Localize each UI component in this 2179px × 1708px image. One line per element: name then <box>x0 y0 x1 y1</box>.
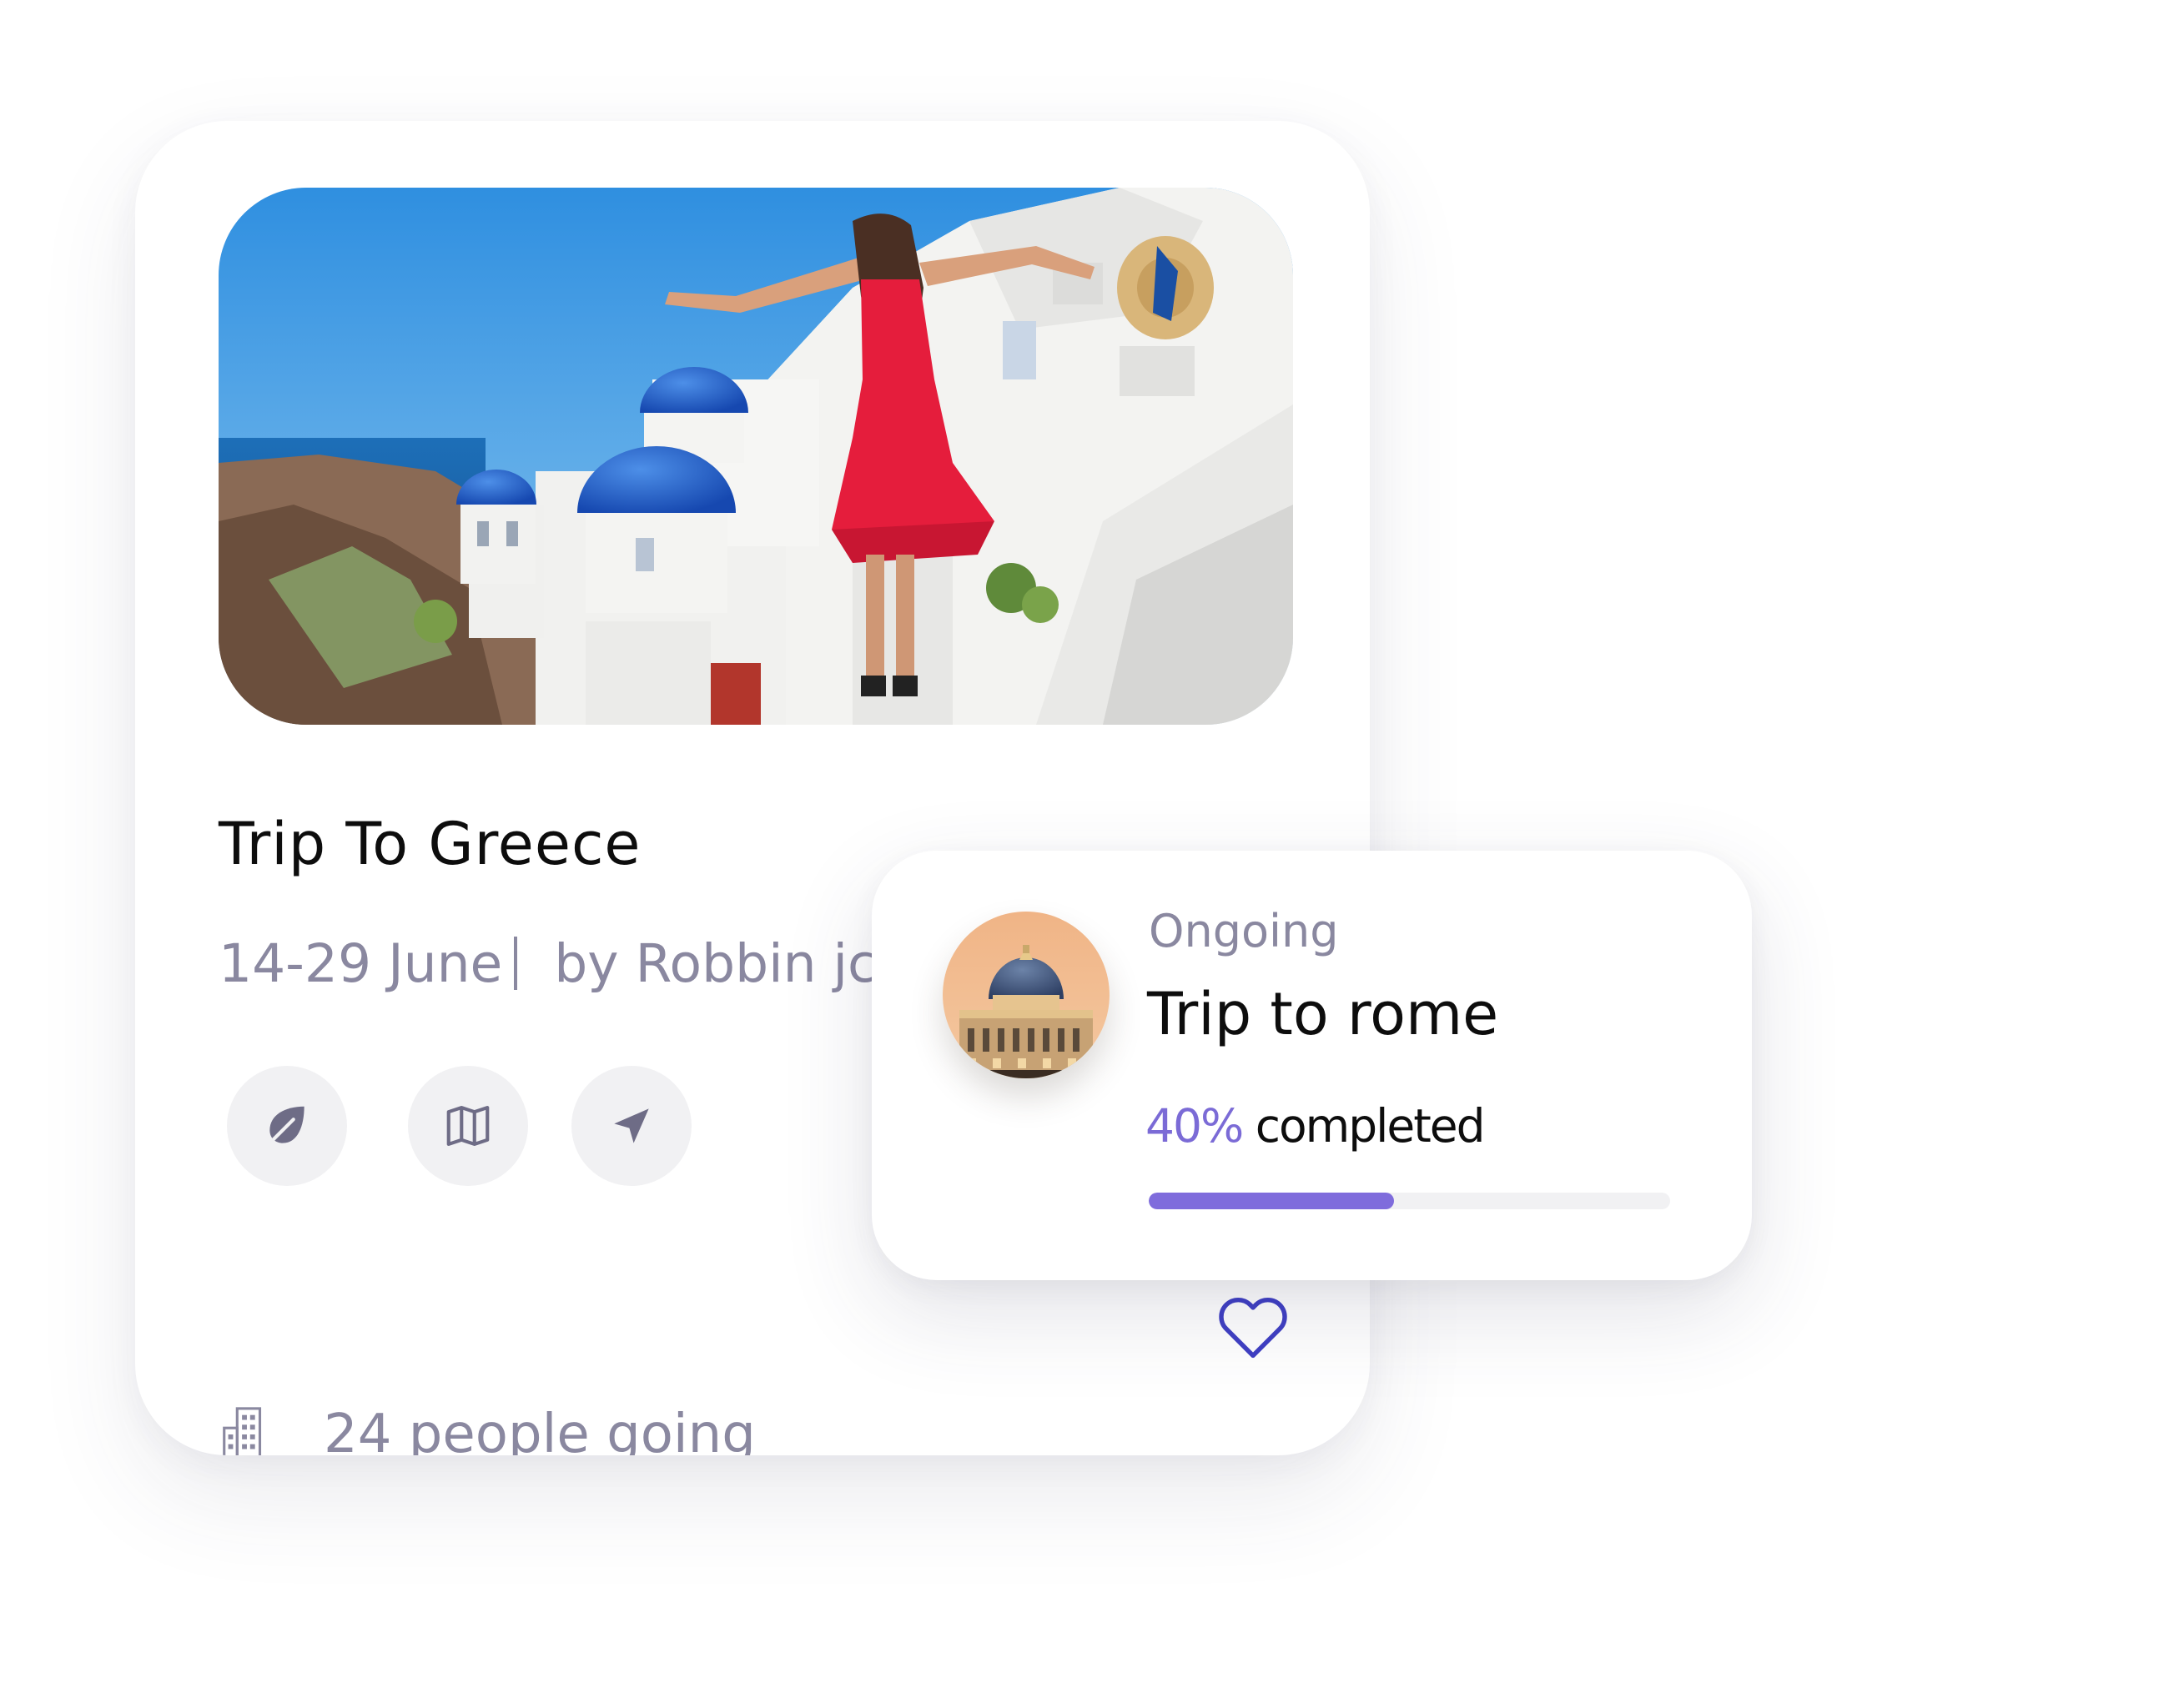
trip-dates: 14-29 June <box>219 932 503 994</box>
send-icon <box>614 1108 649 1143</box>
trip-title: Trip To Greece <box>219 810 642 878</box>
trip-meta: 14-29 June by Robbin jϲ <box>219 926 877 1001</box>
progress-bar-fill <box>1149 1193 1394 1209</box>
people-going-count: 24 people going <box>324 1404 756 1455</box>
progress-label: 40% completed <box>1145 1099 1486 1153</box>
building-icon <box>223 1407 262 1455</box>
leaf-button[interactable] <box>227 1066 347 1186</box>
map-icon <box>446 1105 490 1147</box>
trip-photo-greece <box>219 188 1293 725</box>
favorite-button[interactable] <box>1211 1284 1295 1368</box>
trip-organizer: by Robbin jϲ <box>554 932 877 994</box>
ongoing-trip-title: Trip to rome <box>1147 980 1499 1048</box>
trip-status: Ongoing <box>1149 905 1339 957</box>
progress-bar <box>1149 1193 1670 1209</box>
progress-percent: 40% <box>1145 1099 1244 1153</box>
send-button[interactable] <box>571 1066 692 1186</box>
rome-avatar <box>943 912 1110 1078</box>
heart-icon <box>1219 1297 1287 1359</box>
map-button[interactable] <box>408 1066 528 1186</box>
leaf-icon <box>265 1106 304 1148</box>
meta-divider <box>514 937 518 990</box>
people-going-row: 24 people going <box>219 1401 756 1455</box>
progress-suffix: completed <box>1255 1099 1486 1153</box>
ongoing-trip-card[interactable]: Ongoing Trip to rome 40% completed <box>872 851 1752 1280</box>
